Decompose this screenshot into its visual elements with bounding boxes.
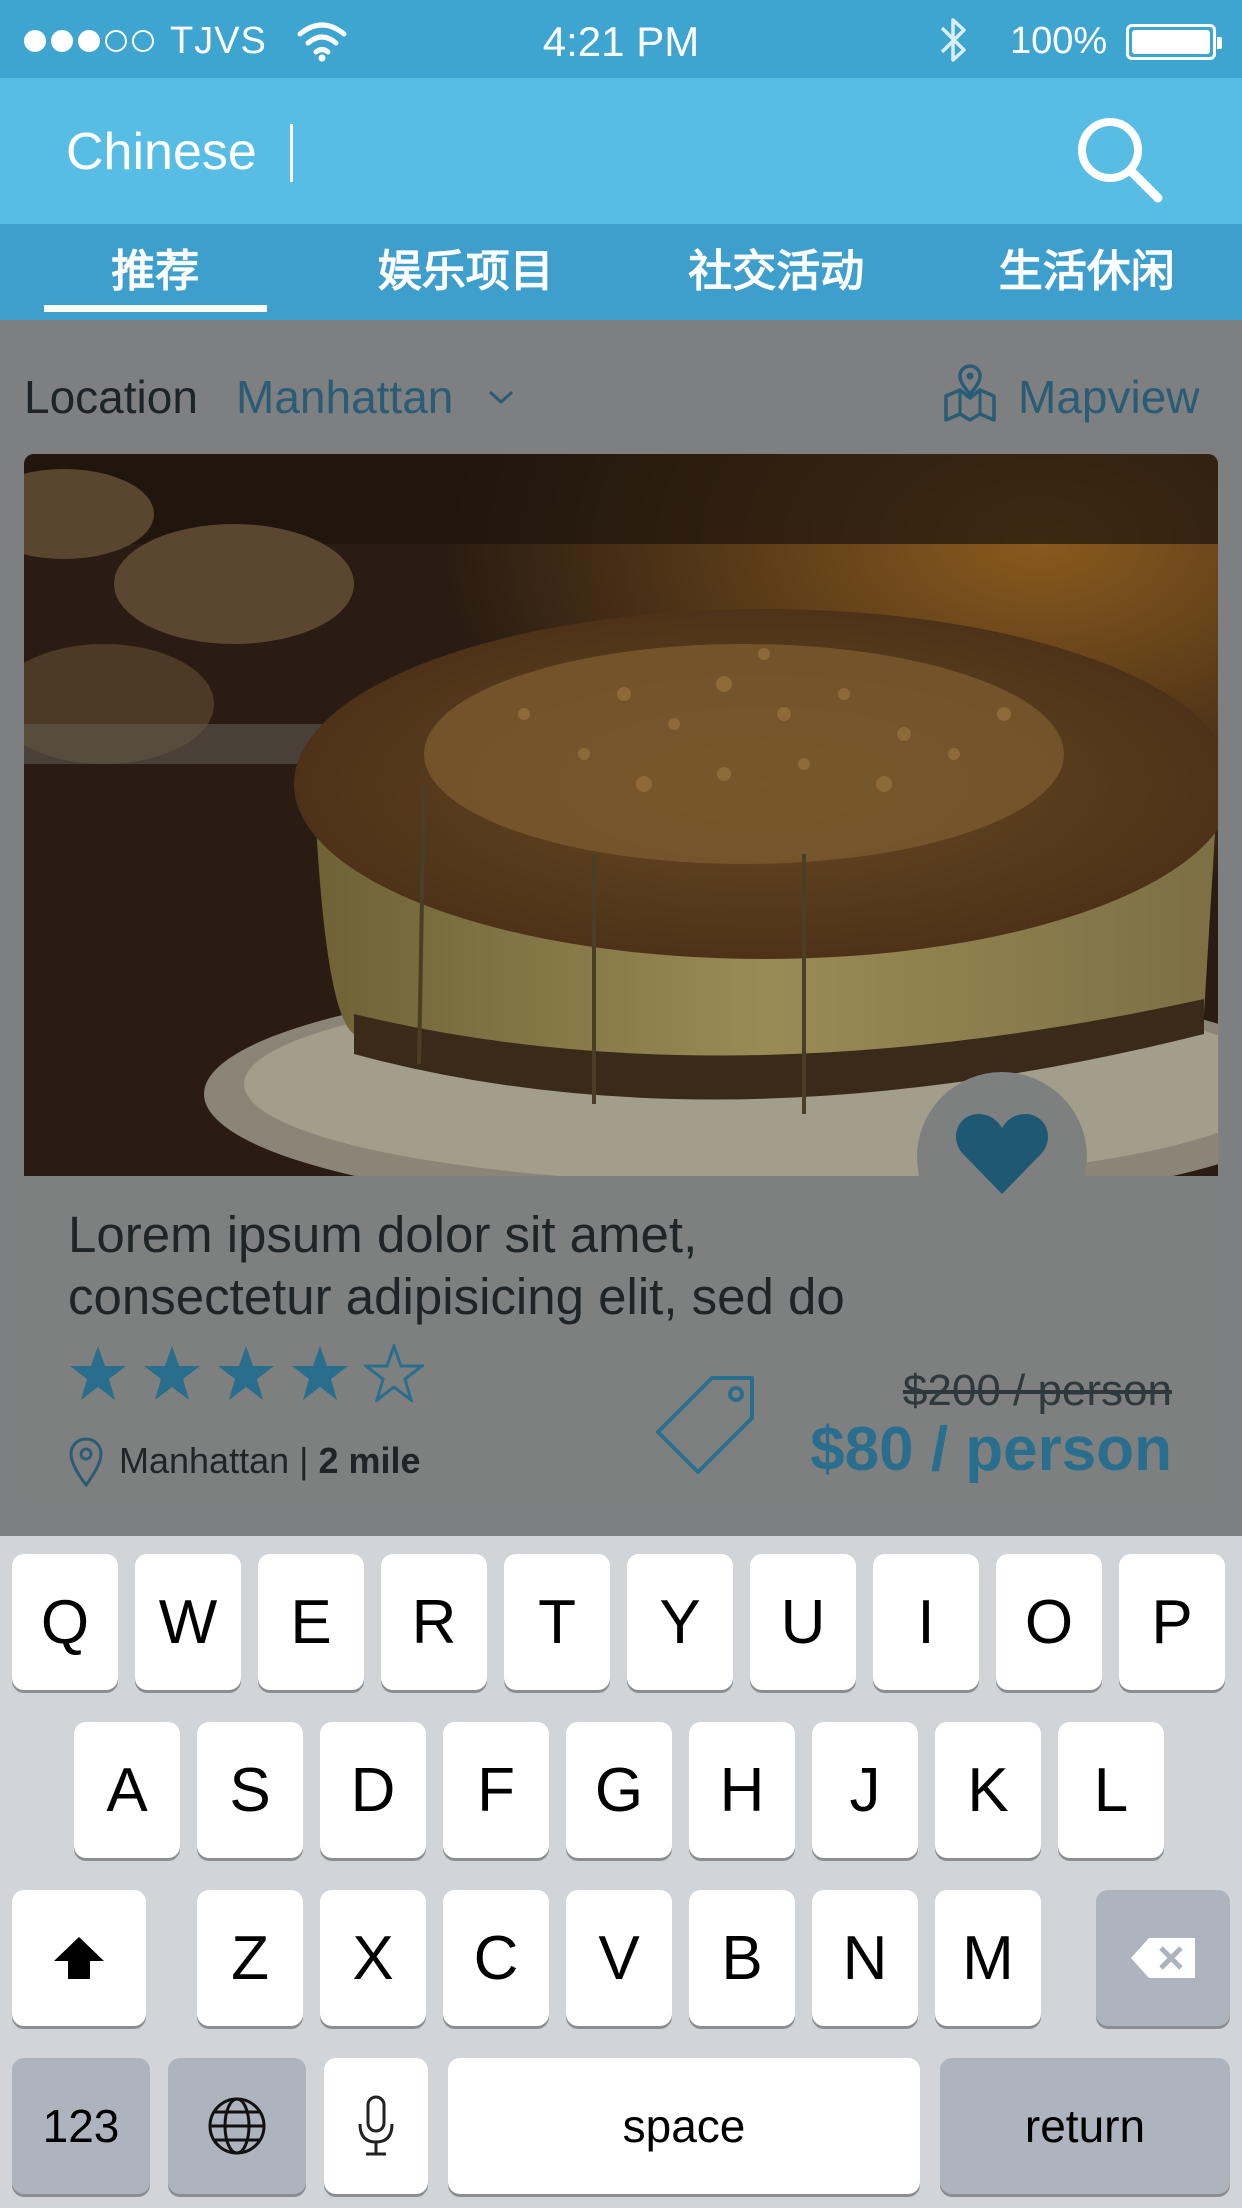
category-tabs: 推荐 娱乐项目 社交活动 生活休闲 bbox=[0, 224, 1242, 320]
star-filled-icon bbox=[218, 1346, 274, 1400]
globe-key[interactable] bbox=[168, 2058, 306, 2194]
star-filled-icon bbox=[292, 1346, 348, 1400]
key-f[interactable]: F bbox=[443, 1722, 549, 1858]
key-e[interactable]: E bbox=[258, 1554, 364, 1690]
space-key[interactable]: space bbox=[448, 2058, 920, 2194]
status-bar: TJVS 4:21 PM 100% bbox=[0, 0, 1242, 78]
key-j[interactable]: J bbox=[812, 1722, 918, 1858]
key-u[interactable]: U bbox=[750, 1554, 856, 1690]
place-distance: Manhattan | 2 mile bbox=[119, 1440, 421, 1481]
key-c[interactable]: C bbox=[443, 1890, 549, 2026]
heart-icon bbox=[956, 1114, 1048, 1194]
cake-photo bbox=[24, 454, 1218, 1176]
battery-icon bbox=[1126, 24, 1222, 60]
location-label: Location bbox=[24, 371, 198, 423]
star-empty-icon bbox=[364, 1344, 424, 1402]
key-n[interactable]: N bbox=[812, 1890, 918, 2026]
location-dropdown[interactable]: Manhattan bbox=[236, 370, 453, 424]
battery-percentage: 100% bbox=[1010, 20, 1108, 62]
location-pin-icon bbox=[69, 1437, 103, 1488]
deal-title: Lorem ipsum dolor sit amet, consectetur … bbox=[68, 1206, 845, 1325]
key-x[interactable]: X bbox=[320, 1890, 426, 2026]
tab-leisure[interactable]: 生活休闲 bbox=[932, 224, 1242, 320]
original-price: $200 / person bbox=[902, 1366, 1172, 1415]
key-k[interactable]: K bbox=[935, 1722, 1041, 1858]
key-l[interactable]: L bbox=[1058, 1722, 1164, 1858]
rating-stars bbox=[68, 1344, 424, 1402]
globe-icon bbox=[208, 2097, 266, 2155]
chevron-down-icon[interactable] bbox=[486, 386, 516, 408]
key-w[interactable]: W bbox=[135, 1554, 241, 1690]
key-z[interactable]: Z bbox=[197, 1890, 303, 2026]
key-i[interactable]: I bbox=[873, 1554, 979, 1690]
key-m[interactable]: M bbox=[935, 1890, 1041, 2026]
key-p[interactable]: P bbox=[1119, 1554, 1225, 1690]
key-r[interactable]: R bbox=[381, 1554, 487, 1690]
tab-social-activities[interactable]: 社交活动 bbox=[621, 224, 932, 320]
return-key[interactable]: return bbox=[940, 2058, 1230, 2194]
tab-recommended[interactable]: 推荐 bbox=[0, 224, 311, 320]
key-v[interactable]: V bbox=[566, 1890, 672, 2026]
backspace-icon bbox=[1131, 1938, 1195, 1978]
mapview-link[interactable]: Mapview bbox=[1018, 370, 1200, 424]
key-h[interactable]: H bbox=[689, 1722, 795, 1858]
dictation-key[interactable] bbox=[324, 2058, 428, 2194]
key-a[interactable]: A bbox=[74, 1722, 180, 1858]
results-panel: Location Manhattan Mapview Lorem ipsum d… bbox=[0, 320, 1242, 1536]
map-icon[interactable] bbox=[942, 362, 998, 424]
keyboard: Q W E R T Y U I O P A S D F G H J K L Z … bbox=[0, 1536, 1242, 2208]
key-y[interactable]: Y bbox=[627, 1554, 733, 1690]
key-s[interactable]: S bbox=[197, 1722, 303, 1858]
microphone-icon bbox=[358, 2095, 394, 2156]
search-header bbox=[0, 78, 1242, 224]
key-g[interactable]: G bbox=[566, 1722, 672, 1858]
price-tag-icon bbox=[656, 1376, 754, 1474]
delete-key[interactable] bbox=[1096, 1890, 1230, 2026]
deal-card[interactable]: Lorem ipsum dolor sit amet, consectetur … bbox=[24, 454, 1218, 1504]
numbers-key[interactable]: 123 bbox=[12, 2058, 150, 2194]
key-d[interactable]: D bbox=[320, 1722, 426, 1858]
key-t[interactable]: T bbox=[504, 1554, 610, 1690]
key-b[interactable]: B bbox=[689, 1890, 795, 2026]
tab-entertainment[interactable]: 娱乐项目 bbox=[311, 224, 622, 320]
star-filled-icon bbox=[70, 1346, 126, 1400]
search-icon[interactable] bbox=[1074, 114, 1164, 204]
shift-key[interactable] bbox=[12, 1890, 146, 2026]
discount-price: $80 / person bbox=[810, 1415, 1172, 1484]
key-q[interactable]: Q bbox=[12, 1554, 118, 1690]
shift-arrow-icon bbox=[54, 1937, 104, 1979]
text-cursor bbox=[290, 124, 293, 182]
search-input[interactable] bbox=[66, 114, 966, 190]
star-filled-icon bbox=[144, 1346, 200, 1400]
bluetooth-icon bbox=[940, 18, 966, 62]
key-o[interactable]: O bbox=[996, 1554, 1102, 1690]
